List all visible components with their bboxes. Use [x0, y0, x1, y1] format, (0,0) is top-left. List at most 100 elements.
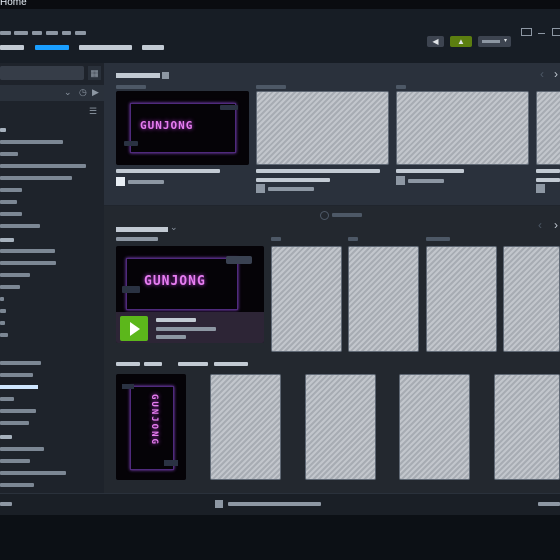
- menu-item[interactable]: [32, 31, 42, 35]
- sidebar-game-item[interactable]: [0, 285, 20, 289]
- sidebar-game-item[interactable]: [0, 164, 86, 168]
- play-button[interactable]: [120, 316, 148, 341]
- library-filter-bar: ⌄ ◷ ▶: [0, 85, 104, 101]
- sidebar-game-item[interactable]: [0, 321, 5, 325]
- sidebar-game-item[interactable]: [0, 471, 66, 475]
- library-search-input[interactable]: [0, 66, 84, 80]
- nav-tab-community[interactable]: [79, 45, 132, 50]
- library-sidebar: ▦ ⌄ ◷ ▶ ☰: [0, 63, 104, 493]
- menu-item[interactable]: [0, 31, 11, 35]
- shelf-game-capsule[interactable]: GUNJONG: [116, 246, 264, 343]
- nav-tab-profile[interactable]: [142, 45, 164, 50]
- nav-tab-store[interactable]: [0, 45, 24, 50]
- nav-tab-library[interactable]: [35, 45, 69, 50]
- game-logo: GUNJONG: [149, 394, 159, 446]
- sidebar-collection-header[interactable]: [0, 128, 6, 132]
- game-title: [156, 318, 196, 322]
- account-button[interactable]: ▾: [478, 36, 511, 47]
- play-filter-icon[interactable]: ▶: [92, 87, 99, 98]
- game-icon: [536, 184, 545, 193]
- shelf-title-dropdown[interactable]: [116, 227, 168, 232]
- menu-item[interactable]: [75, 31, 86, 35]
- add-game-button[interactable]: [0, 502, 12, 506]
- shelf-game-capsule[interactable]: [271, 246, 342, 352]
- shelf-game-capsule[interactable]: GUNJONG: [116, 374, 186, 480]
- menu-item[interactable]: [62, 31, 71, 35]
- group-label: [271, 237, 281, 241]
- sidebar-game-item[interactable]: [0, 483, 34, 487]
- shelf-game-capsule[interactable]: [494, 374, 560, 480]
- sidebar-game-item[interactable]: [0, 176, 72, 180]
- maximize-icon[interactable]: [552, 28, 560, 36]
- group-label: [178, 362, 208, 366]
- game-title[interactable]: [116, 169, 220, 173]
- menu-item[interactable]: [14, 31, 28, 35]
- sidebar-game-item[interactable]: [0, 188, 22, 192]
- sidebar-collection-header[interactable]: [0, 435, 12, 439]
- sidebar-game-item[interactable]: [0, 261, 56, 265]
- account-name: [482, 40, 500, 43]
- downloads-icon[interactable]: [215, 500, 223, 508]
- sidebar-game-item[interactable]: [0, 309, 6, 313]
- window-title: Home: [0, 0, 27, 8]
- sidebar-game-item[interactable]: [0, 373, 33, 377]
- shelf-game-capsule[interactable]: [426, 246, 497, 352]
- big-picture-icon[interactable]: [521, 28, 532, 36]
- game-title[interactable]: [256, 169, 380, 173]
- scroll-right-icon[interactable]: ›: [554, 67, 558, 81]
- minimize-icon[interactable]: [538, 33, 545, 34]
- shelf-game-capsule[interactable]: [399, 374, 470, 480]
- announcements-button[interactable]: ◀: [427, 36, 444, 47]
- recent-game-capsule[interactable]: [396, 91, 529, 165]
- game-title[interactable]: [536, 169, 560, 173]
- chevron-down-icon[interactable]: ⌄: [170, 222, 178, 233]
- sidebar-game-item[interactable]: [0, 297, 4, 301]
- gun-icon: [122, 384, 134, 389]
- section-menu-icon[interactable]: [162, 72, 169, 79]
- gun-icon: [226, 256, 252, 264]
- menu-item[interactable]: [46, 31, 58, 35]
- sidebar-game-item[interactable]: [0, 447, 44, 451]
- sidebar-game-item[interactable]: [0, 421, 29, 425]
- scroll-left-icon[interactable]: ‹: [538, 218, 542, 232]
- library-home: ‹ › GUNJONG ⌄ ‹ › GUNJONG GUNJONG: [104, 63, 560, 494]
- section-title: [116, 73, 160, 78]
- shelf-game-capsule[interactable]: [348, 246, 419, 352]
- recent-game-capsule[interactable]: [256, 91, 389, 165]
- sidebar-game-item[interactable]: [0, 224, 40, 228]
- recent-game-capsule[interactable]: [536, 91, 560, 165]
- recent-game-capsule[interactable]: GUNJONG: [116, 91, 249, 165]
- game-title[interactable]: [396, 169, 464, 173]
- scroll-right-icon[interactable]: ›: [554, 218, 558, 232]
- shelf-game-capsule[interactable]: [503, 246, 560, 352]
- shelf-sort-label[interactable]: [116, 237, 158, 241]
- sidebar-game-item[interactable]: [0, 200, 17, 204]
- shelf-game-capsule[interactable]: [305, 374, 376, 480]
- sidebar-game-item[interactable]: [0, 212, 22, 216]
- downloads-status[interactable]: [228, 502, 321, 506]
- sidebar-game-item[interactable]: [0, 459, 30, 463]
- sidebar-game-item[interactable]: [0, 140, 63, 144]
- friends-chat-button[interactable]: [538, 502, 560, 506]
- add-shelf-label[interactable]: [332, 213, 362, 217]
- shelf-game-capsule[interactable]: [210, 374, 281, 480]
- sidebar-game-item-selected[interactable]: [0, 385, 38, 389]
- scroll-left-icon[interactable]: ‹: [540, 67, 544, 81]
- add-shelf-icon[interactable]: [320, 211, 329, 220]
- sidebar-game-item[interactable]: [0, 249, 55, 253]
- gun-icon: [164, 460, 178, 466]
- clock-icon[interactable]: ◷: [79, 87, 87, 98]
- sidebar-game-item[interactable]: [0, 333, 8, 337]
- sidebar-collection-header[interactable]: [0, 238, 14, 242]
- grid-icon[interactable]: ▦: [88, 66, 101, 80]
- sidebar-game-item[interactable]: [0, 152, 18, 156]
- sidebar-game-item[interactable]: [0, 397, 14, 401]
- notifications-button[interactable]: ▲: [450, 36, 472, 47]
- chevron-down-icon[interactable]: ⌄: [64, 87, 72, 98]
- playtime-text: [268, 187, 314, 191]
- sidebar-game-item[interactable]: [0, 273, 30, 277]
- game-icon: [256, 184, 265, 193]
- sidebar-game-item[interactable]: [0, 361, 41, 365]
- sidebar-game-item[interactable]: [0, 409, 36, 413]
- filter-icon[interactable]: ☰: [89, 106, 97, 117]
